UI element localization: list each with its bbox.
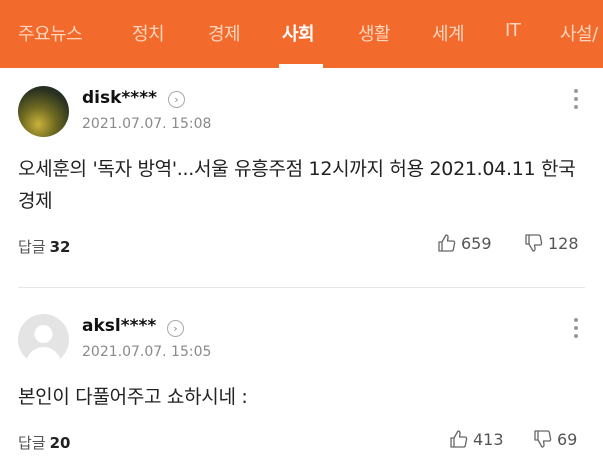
comment-item: aksl**** › 2021.07.07. 15:05 본인이 다풀어주고 쇼…: [0, 0, 603, 472]
comment-timestamp: 2021.07.07. 15:05: [82, 344, 212, 360]
reply-count: 20: [49, 434, 71, 452]
dislike-button[interactable]: 69: [533, 429, 577, 449]
user-avatar[interactable]: [18, 314, 69, 365]
thumbs-down-icon: [534, 430, 552, 448]
like-count: 413: [473, 429, 504, 449]
dislike-count: 69: [557, 429, 578, 449]
chevron-right-icon[interactable]: ›: [167, 320, 184, 337]
default-avatar-icon: [25, 325, 62, 365]
like-button[interactable]: 413: [449, 429, 504, 449]
reply-label: 답글: [18, 434, 46, 452]
thumbs-up-icon: [450, 430, 468, 448]
more-vertical-icon[interactable]: [570, 318, 582, 342]
comment-username[interactable]: aksl****: [82, 316, 156, 336]
reply-button[interactable]: 답글 20: [18, 432, 70, 453]
comment-body: 본인이 다풀어주고 쇼하시네 :: [18, 386, 248, 408]
